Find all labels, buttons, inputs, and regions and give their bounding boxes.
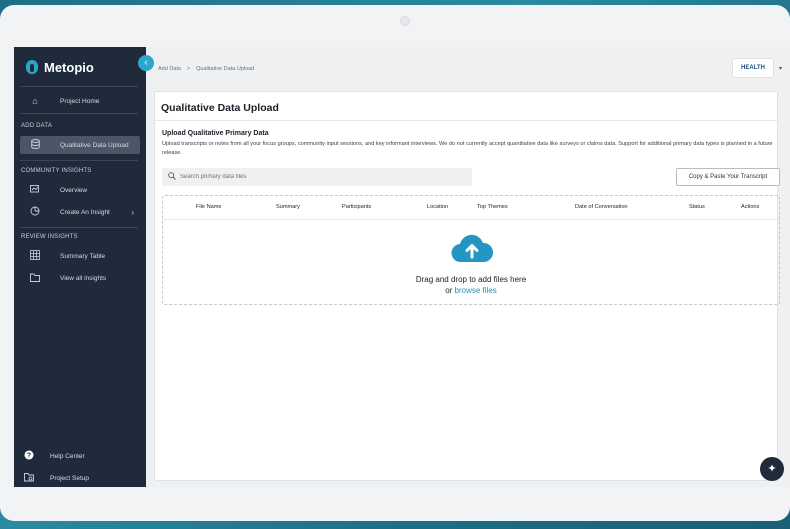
column-header-summary[interactable]: Summary bbox=[276, 204, 300, 210]
collapse-sidebar-button[interactable]: ‹ bbox=[138, 55, 154, 71]
help-icon: ? bbox=[22, 450, 36, 462]
database-icon bbox=[28, 139, 42, 151]
sidebar-divider bbox=[20, 160, 138, 161]
sidebar-item-help-center[interactable]: ? Help Center bbox=[14, 447, 134, 465]
dropzone-instructions: Drag and drop to add files here bbox=[415, 275, 527, 284]
sidebar-item-label: Overview bbox=[60, 186, 88, 194]
sparkle-icon: ✦ bbox=[767, 463, 777, 475]
folder-icon bbox=[28, 273, 42, 284]
table-header-divider bbox=[163, 219, 779, 220]
search-input[interactable] bbox=[180, 174, 460, 180]
grid-icon bbox=[28, 250, 42, 262]
pie-icon bbox=[28, 206, 42, 218]
sidebar-divider bbox=[20, 227, 138, 228]
breadcrumb: Add Data > Qualitative Data Upload bbox=[158, 66, 254, 72]
metopio-logo-icon bbox=[26, 60, 38, 74]
sidebar-item-label: Qualitative Data Upload bbox=[60, 141, 129, 149]
device-frame: Metopio ⌂ Project Home ADD DATA Qualitat… bbox=[0, 5, 790, 521]
search-icon bbox=[168, 172, 176, 182]
top-bar: Add Data > Qualitative Data Upload HEALT… bbox=[146, 47, 790, 89]
sidebar-item-qualitative-data-upload[interactable]: Qualitative Data Upload bbox=[20, 136, 140, 154]
svg-text:?: ? bbox=[27, 453, 31, 460]
sidebar-item-label: Create An Insight bbox=[60, 208, 110, 216]
breadcrumb-parent-link[interactable]: Add Data bbox=[158, 66, 181, 72]
sidebar-item-project-setup[interactable]: Project Setup bbox=[14, 469, 134, 487]
sidebar-divider bbox=[20, 86, 138, 87]
organization-logo[interactable]: HEALTH bbox=[732, 58, 774, 78]
column-header-file-name[interactable]: File Name bbox=[196, 204, 222, 210]
chevron-right-icon: › bbox=[131, 207, 134, 217]
sidebar-item-label: View all insights bbox=[60, 274, 107, 282]
section-label-review-insights: REVIEW INSIGHTS bbox=[21, 234, 78, 240]
column-header-actions[interactable]: Actions bbox=[741, 204, 759, 210]
sidebar-item-view-all-insights[interactable]: View all insights bbox=[20, 269, 140, 287]
section-label-community-insights: COMMUNITY INSIGHTS bbox=[21, 168, 92, 174]
title-divider bbox=[155, 120, 779, 121]
ai-assistant-button[interactable]: ✦ bbox=[760, 457, 784, 481]
sidebar: Metopio ⌂ Project Home ADD DATA Qualitat… bbox=[14, 47, 146, 487]
breadcrumb-separator: > bbox=[186, 66, 191, 72]
page-title: Qualitative Data Upload bbox=[161, 102, 279, 114]
organization-logo-text: HEALTH bbox=[741, 65, 765, 71]
app-logo[interactable]: Metopio bbox=[26, 57, 94, 77]
app-screen: Metopio ⌂ Project Home ADD DATA Qualitat… bbox=[14, 47, 790, 487]
breadcrumb-current: Qualitative Data Upload bbox=[196, 66, 255, 72]
column-header-top-themes[interactable]: Top Themes bbox=[477, 204, 508, 210]
main-panel: Qualitative Data Upload Upload Qualitati… bbox=[154, 91, 780, 481]
copy-paste-transcript-button[interactable]: Copy & Paste Your Transcript bbox=[676, 168, 780, 186]
column-header-location[interactable]: Location bbox=[427, 204, 448, 210]
column-header-date-of-conversation[interactable]: Date of Conversation bbox=[575, 204, 628, 210]
section-description: Upload transcripts or notes from all you… bbox=[162, 141, 773, 156]
column-header-status[interactable]: Status bbox=[689, 204, 705, 210]
camera-dot bbox=[400, 16, 410, 26]
sidebar-divider bbox=[20, 113, 138, 114]
section-label-add-data: ADD DATA bbox=[21, 123, 53, 129]
search-box[interactable] bbox=[162, 168, 472, 186]
file-dropzone[interactable]: File Name Summary Participants Location … bbox=[162, 195, 780, 305]
sidebar-item-label: Project Home bbox=[60, 97, 100, 105]
dropzone-or-text: or bbox=[445, 286, 453, 295]
sidebar-item-label: Help Center bbox=[50, 452, 85, 460]
sidebar-item-label: Project Setup bbox=[50, 474, 90, 482]
settings-icon bbox=[22, 472, 36, 484]
chart-icon bbox=[28, 184, 42, 196]
column-header-participants[interactable]: Participants bbox=[342, 204, 371, 210]
sidebar-item-summary-table[interactable]: Summary Table bbox=[20, 247, 140, 265]
chevron-left-icon: ‹ bbox=[144, 57, 148, 68]
cloud-upload-icon bbox=[451, 234, 493, 263]
dropzone-browse-line: or browse files bbox=[163, 286, 779, 295]
sidebar-item-label: Summary Table bbox=[60, 252, 106, 260]
app-name: Metopio bbox=[44, 59, 94, 75]
section-title: Upload Qualitative Primary Data bbox=[162, 130, 269, 137]
home-icon: ⌂ bbox=[32, 96, 38, 106]
sidebar-item-create-an-insight[interactable]: Create An Insight › bbox=[20, 203, 140, 221]
browse-files-link[interactable]: browse files bbox=[455, 286, 497, 295]
sidebar-item-project-home[interactable]: ⌂ Project Home bbox=[20, 92, 140, 110]
chevron-down-icon[interactable]: ▾ bbox=[779, 65, 782, 72]
sidebar-item-overview[interactable]: Overview bbox=[20, 181, 140, 199]
